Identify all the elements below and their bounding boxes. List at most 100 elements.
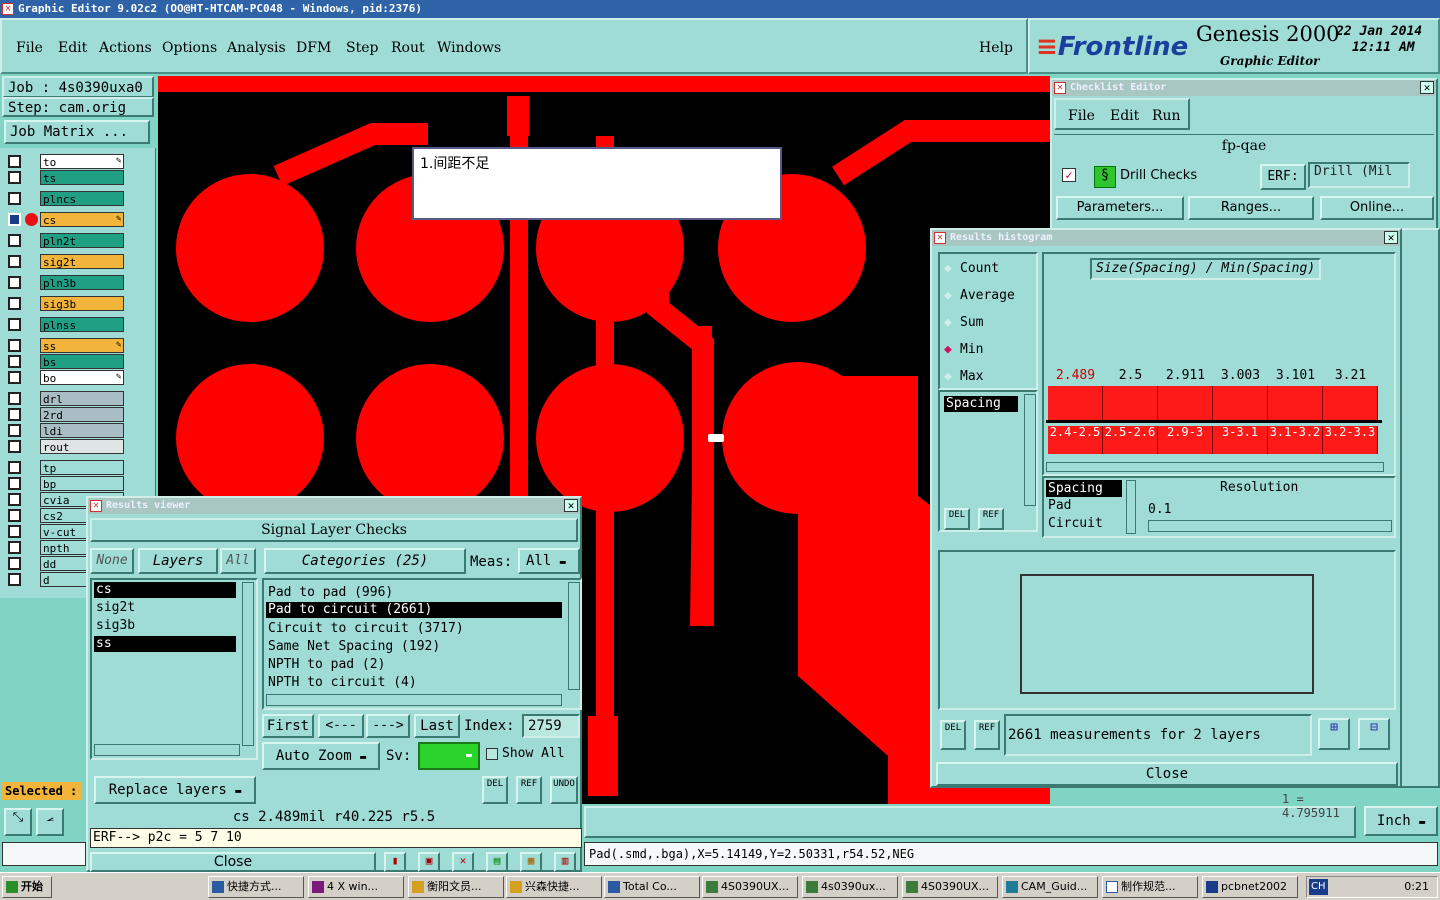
drill-check-icon[interactable]: §: [1094, 166, 1116, 188]
histogram-h-scrollbar[interactable]: [1046, 462, 1384, 472]
bin-range-label[interactable]: 2.5-2.6: [1103, 426, 1158, 454]
layer-affected-checkbox[interactable]: [8, 297, 21, 310]
del-button[interactable]: DEL: [944, 508, 970, 530]
viewer-close-button[interactable]: Close: [90, 852, 376, 872]
histogram-bar[interactable]: [1103, 386, 1158, 420]
layer-affected-checkbox[interactable]: [8, 408, 21, 421]
layer-affected-checkbox[interactable]: [8, 255, 21, 268]
menu-rout[interactable]: Rout: [391, 40, 425, 56]
layer-affected-checkbox[interactable]: [8, 318, 21, 331]
layer-name[interactable]: plnss: [40, 317, 124, 332]
layer-name[interactable]: bs: [40, 354, 124, 369]
erf-button[interactable]: ERF:: [1260, 164, 1306, 190]
task-item[interactable]: 4 X win...: [308, 876, 404, 898]
stat-option-sum[interactable]: ◆ Sum: [944, 314, 983, 332]
input-language[interactable]: CH: [1309, 879, 1328, 895]
task-item[interactable]: 快捷方式...: [208, 876, 304, 898]
toolbar-icon-2[interactable]: ▣: [418, 852, 440, 872]
histogram-bar[interactable]: [1158, 386, 1213, 420]
layer-name[interactable]: tp: [40, 460, 124, 475]
layer-name[interactable]: bp: [40, 476, 124, 491]
layer-affected-checkbox[interactable]: [8, 355, 21, 368]
histogram-bar[interactable]: [1048, 386, 1103, 420]
bin-range-label[interactable]: 2.9-3: [1158, 426, 1213, 454]
erf-command-line[interactable]: ERF--> p2c = 5 7 10: [90, 828, 582, 848]
show-all-checkbox[interactable]: [486, 748, 498, 760]
layer-name[interactable]: ldi: [40, 423, 124, 438]
type-item-spacing[interactable]: Spacing: [1046, 480, 1122, 497]
measure-tool-button[interactable]: ⦟: [36, 808, 64, 836]
layer-name[interactable]: cs: [40, 212, 124, 227]
result-layer-item[interactable]: ss: [94, 636, 236, 652]
menu-analysis[interactable]: Analysis: [227, 40, 286, 56]
layer-name[interactable]: ss: [40, 338, 124, 353]
stat-option-count[interactable]: ◆ Count: [944, 260, 999, 278]
menu-help[interactable]: Help: [979, 40, 1013, 56]
zoom-out-icon[interactable]: ⊟: [1358, 718, 1390, 750]
erf-value-field[interactable]: Drill (Mil: [1308, 162, 1410, 188]
del-button-bottom[interactable]: DEL: [940, 720, 966, 750]
menu-windows[interactable]: Windows: [437, 40, 501, 56]
checklist-menu-run[interactable]: Run: [1152, 108, 1181, 124]
layer-affected-checkbox[interactable]: [8, 509, 21, 522]
start-button[interactable]: 开始: [2, 876, 52, 898]
index-field[interactable]: 2759: [522, 714, 580, 738]
category-scrollbar[interactable]: [568, 582, 580, 690]
category-item[interactable]: NPTH to circuit (4): [266, 674, 562, 692]
menu-options[interactable]: Options: [162, 40, 217, 56]
layer-affected-checkbox[interactable]: [8, 392, 21, 405]
checklist-menu-edit[interactable]: Edit: [1110, 108, 1139, 124]
layer-affected-checkbox[interactable]: [8, 234, 21, 247]
task-item[interactable]: 4s0390ux...: [802, 876, 898, 898]
layer-affected-checkbox[interactable]: [8, 440, 21, 453]
category-item[interactable]: NPTH to pad (2): [266, 656, 562, 674]
result-layer-item[interactable]: sig2t: [94, 600, 236, 616]
menu-actions[interactable]: Actions: [99, 40, 152, 56]
replace-layers-dropdown[interactable]: Replace layers ▬: [94, 776, 256, 804]
zoom-tool-button[interactable]: ⤡: [4, 808, 32, 836]
bin-range-label[interactable]: 2.4-2.5: [1048, 426, 1103, 454]
layer-list-h-scrollbar[interactable]: [94, 744, 240, 756]
task-item[interactable]: Total Co...: [604, 876, 700, 898]
layer-name[interactable]: pln2t: [40, 233, 124, 248]
layer-list-scrollbar[interactable]: [242, 582, 254, 746]
category-item[interactable]: Circuit to circuit (3717): [266, 620, 562, 638]
prev-button[interactable]: <---: [318, 714, 364, 738]
layer-name[interactable]: sig2t: [40, 254, 124, 269]
ranges-button[interactable]: Ranges...: [1188, 196, 1314, 220]
menu-dfm[interactable]: DFM: [296, 40, 331, 56]
severity-dropdown[interactable]: ▬: [418, 742, 480, 770]
ref-button-bottom[interactable]: REF: [974, 720, 1000, 750]
viewer-del-button[interactable]: DEL: [482, 776, 508, 804]
layer-affected-checkbox[interactable]: [8, 557, 21, 570]
annotation-note[interactable]: 1.间距不足: [412, 147, 782, 220]
next-button[interactable]: --->: [366, 714, 410, 738]
layer-affected-checkbox[interactable]: [8, 213, 21, 226]
stat-option-max[interactable]: ◆ Max: [944, 368, 983, 386]
layer-affected-checkbox[interactable]: [8, 525, 21, 538]
category-h-scrollbar[interactable]: [266, 694, 562, 706]
layer-name[interactable]: sig3b: [40, 296, 124, 311]
histogram-close-button[interactable]: Close: [936, 762, 1398, 786]
layer-affected-checkbox[interactable]: [8, 171, 21, 184]
meas-dropdown[interactable]: All ▬: [518, 548, 580, 574]
layer-name[interactable]: plncs: [40, 191, 124, 206]
layer-affected-checkbox[interactable]: [8, 276, 21, 289]
layer-affected-checkbox[interactable]: [8, 424, 21, 437]
parameters-button[interactable]: Parameters...: [1056, 196, 1184, 220]
layer-name[interactable]: bo: [40, 370, 124, 385]
layer-affected-checkbox[interactable]: [8, 339, 21, 352]
category-item[interactable]: Pad to circuit (2661): [266, 602, 562, 618]
stat-option-average[interactable]: ◆ Average: [944, 287, 1015, 305]
histogram-list-scrollbar[interactable]: [1024, 394, 1036, 506]
close-icon[interactable]: ✕: [1384, 231, 1398, 244]
close-icon[interactable]: ✕: [1420, 81, 1434, 94]
layer-affected-checkbox[interactable]: [8, 461, 21, 474]
category-item[interactable]: Pad to pad (996): [266, 584, 562, 602]
toolbar-icon-5[interactable]: ▦: [520, 852, 542, 872]
toolbar-icon-4[interactable]: ▤: [486, 852, 508, 872]
toolbar-icon-1[interactable]: ▮: [384, 852, 406, 872]
units-dropdown[interactable]: Inch ▬: [1364, 806, 1438, 836]
first-button[interactable]: First: [262, 714, 314, 738]
last-button[interactable]: Last: [414, 714, 460, 738]
